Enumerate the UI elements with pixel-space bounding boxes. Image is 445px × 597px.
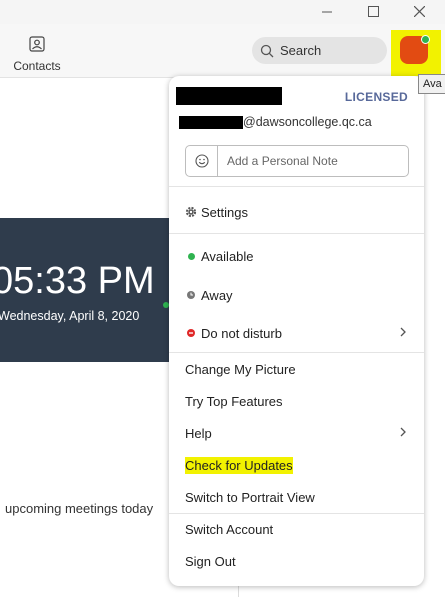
personal-note-field[interactable] <box>185 145 409 177</box>
menu-item-switch-account[interactable]: Switch Account <box>169 517 424 541</box>
upcoming-meetings-text: upcoming meetings today <box>5 501 154 516</box>
close-button[interactable] <box>404 0 434 22</box>
settings-label: Settings <box>201 204 248 220</box>
help-label: Help <box>185 425 212 441</box>
top-nav: Contacts Search <box>0 24 445 78</box>
maximize-icon <box>367 5 379 17</box>
search-button[interactable]: Search <box>252 37 387 64</box>
menu-item-check-updates[interactable]: Check for Updates <box>169 453 424 477</box>
clock-time: 05:33 PM <box>0 260 155 302</box>
dnd-label: Do not disturb <box>201 325 282 341</box>
gear-icon <box>185 206 197 218</box>
menu-divider <box>169 352 424 353</box>
menu-item-help[interactable]: Help <box>169 421 424 445</box>
menu-item-portrait-view[interactable]: Switch to Portrait View <box>169 485 424 509</box>
menu-divider <box>169 233 424 234</box>
menu-item-top-features[interactable]: Try Top Features <box>169 389 424 413</box>
minimize-icon <box>322 11 332 13</box>
away-clock-icon <box>187 291 195 299</box>
clock-date: Wednesday, April 8, 2020 <box>0 309 140 323</box>
personal-note-input[interactable] <box>225 153 404 169</box>
search-icon <box>260 44 274 57</box>
menu-item-sign-out[interactable]: Sign Out <box>169 549 424 573</box>
emoji-button[interactable] <box>186 146 218 176</box>
sign-out-label: Sign Out <box>185 553 236 569</box>
status-dot-icon <box>421 35 430 44</box>
maximize-button[interactable] <box>358 0 388 22</box>
close-icon <box>413 5 425 17</box>
check-updates-label: Check for Updates <box>185 456 293 474</box>
menu-divider <box>169 513 424 514</box>
contacts-label: Contacts <box>13 59 61 73</box>
menu-item-away[interactable]: Away <box>169 283 424 307</box>
avatar-tooltip: Ava <box>418 74 445 94</box>
avatar[interactable] <box>400 35 430 64</box>
chevron-right-icon <box>400 327 406 337</box>
change-picture-label: Change My Picture <box>185 361 296 377</box>
contacts-icon <box>29 36 45 52</box>
menu-divider <box>169 186 424 187</box>
redacted-name <box>176 87 282 105</box>
redacted-email <box>179 115 243 129</box>
smiley-icon <box>194 154 209 168</box>
chevron-right-icon <box>400 427 406 437</box>
available-dot-icon <box>187 252 195 260</box>
away-label: Away <box>201 287 233 303</box>
menu-item-available[interactable]: Available <box>169 244 424 268</box>
switch-account-label: Switch Account <box>185 521 274 537</box>
top-features-label: Try Top Features <box>185 393 283 409</box>
dnd-icon <box>187 329 195 337</box>
title-bar <box>0 0 445 24</box>
license-badge: LICENSED <box>344 90 408 104</box>
clock-banner: 05:33 PM Wednesday, April 8, 2020 <box>0 218 170 362</box>
menu-item-do-not-disturb[interactable]: Do not disturb <box>169 321 424 345</box>
email-domain: @dawsoncollege.qc.ca <box>243 115 372 129</box>
available-label: Available <box>201 248 254 264</box>
menu-item-change-picture[interactable]: Change My Picture <box>169 357 424 381</box>
contacts-tab[interactable]: Contacts <box>12 36 62 73</box>
portrait-view-label: Switch to Portrait View <box>185 489 315 505</box>
search-label: Search <box>280 43 322 58</box>
email-row: @dawsoncollege.qc.ca <box>179 115 372 129</box>
menu-item-settings[interactable]: Settings <box>169 200 424 224</box>
profile-menu: LICENSED @dawsoncollege.qc.ca Settings A… <box>169 76 424 586</box>
minimize-button[interactable] <box>312 0 342 22</box>
